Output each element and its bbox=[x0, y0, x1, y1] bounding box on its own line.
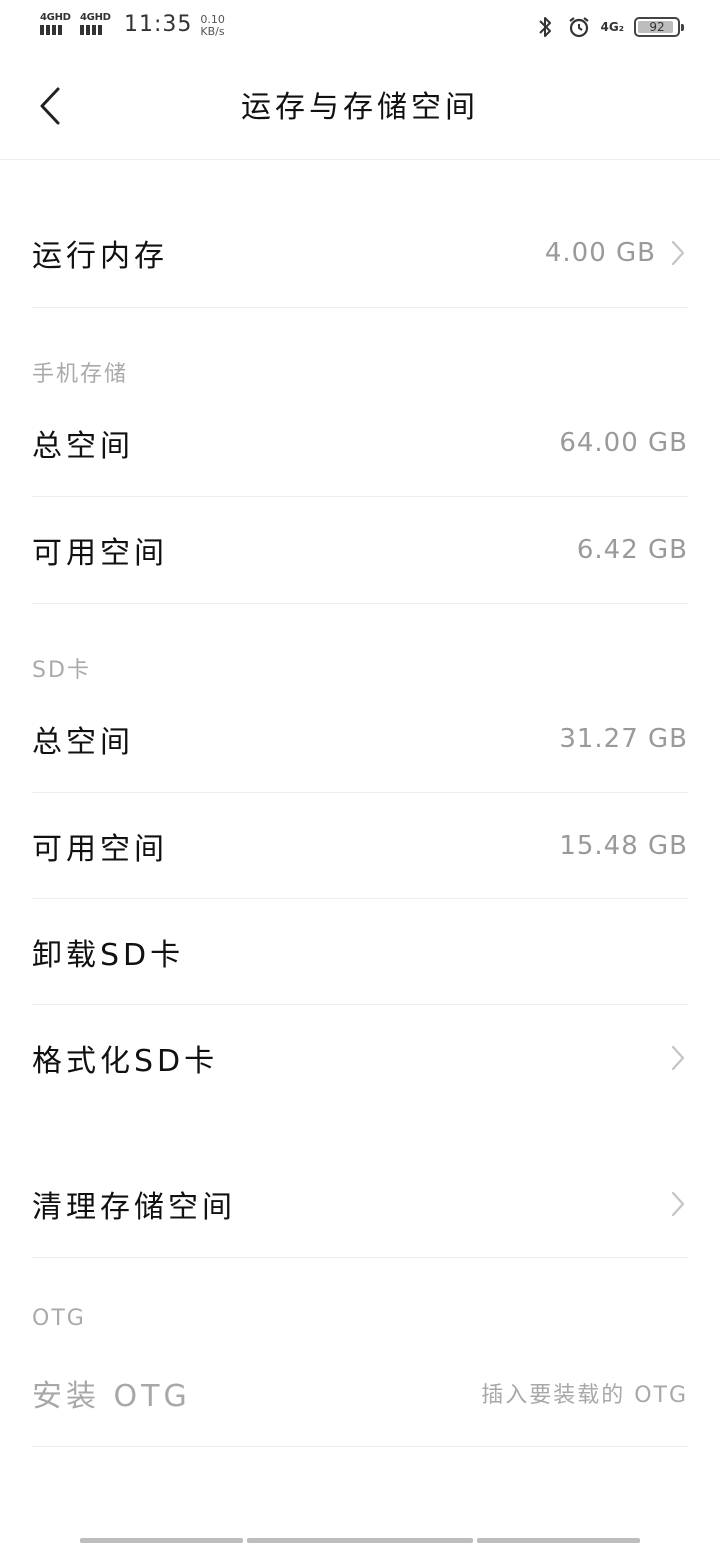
sd-total-row: 总空间 31.27 GB bbox=[32, 686, 688, 793]
page-title: 运存与存储空间 bbox=[241, 90, 479, 125]
chevron-right-icon bbox=[668, 1188, 688, 1220]
ram-value: 4.00 GB bbox=[544, 237, 656, 268]
net-speed-unit: KB/s bbox=[200, 25, 225, 38]
sd-card-section-label: SD卡 bbox=[32, 658, 91, 683]
ram-right: 4.00 GB bbox=[545, 237, 688, 269]
status-bar-left: 4GHD 4GHD 11:35 0.10 KB/s bbox=[40, 12, 225, 38]
page-header: 运存与存储空间 bbox=[0, 56, 720, 160]
status-bar: 4GHD 4GHD 11:35 0.10 KB/s 4G₂ 92 bbox=[0, 0, 720, 56]
battery-icon: 92 bbox=[634, 17, 684, 37]
phone-total-row: 总空间 64.00 GB bbox=[32, 390, 688, 497]
status-bar-right: 4G₂ 92 bbox=[533, 14, 684, 40]
signal-label-2: 4GHD bbox=[80, 12, 111, 23]
signal-indicator-2: 4GHD bbox=[80, 12, 112, 35]
signal-bars-icon bbox=[40, 25, 62, 35]
signal-indicator-1: 4GHD bbox=[40, 12, 72, 35]
otg-section-label: OTG bbox=[32, 1306, 86, 1331]
install-otg-row[interactable]: 安装 OTG 插入要装载的 OTG bbox=[32, 1340, 688, 1447]
install-otg-hint: 插入要装载的 OTG bbox=[481, 1383, 688, 1408]
net-speed: 0.10 KB/s bbox=[200, 14, 225, 38]
install-otg-label: 安装 OTG bbox=[32, 1379, 191, 1414]
signal-label-1: 4GHD bbox=[40, 12, 71, 23]
format-sd-label: 格式化SD卡 bbox=[32, 1044, 219, 1079]
nav-segment-right[interactable] bbox=[477, 1538, 640, 1543]
storage-settings-screen: 4GHD 4GHD 11:35 0.10 KB/s 4G₂ 92 运存与存储空间… bbox=[0, 0, 720, 1544]
cleanup-storage-row[interactable]: 清理存储空间 bbox=[32, 1150, 688, 1258]
phone-storage-section-label: 手机存储 bbox=[32, 362, 129, 387]
unmount-sd-row[interactable]: 卸载SD卡 bbox=[32, 899, 688, 1005]
phone-available-label: 可用空间 bbox=[32, 536, 168, 571]
unmount-sd-label: 卸载SD卡 bbox=[32, 937, 185, 973]
sd-available-row: 可用空间 15.48 GB bbox=[32, 793, 688, 899]
phone-total-value: 64.00 GB bbox=[559, 428, 688, 458]
sd-total-value: 31.27 GB bbox=[559, 724, 688, 754]
status-time: 11:35 bbox=[124, 12, 193, 37]
ram-row[interactable]: 运行内存 4.00 GB bbox=[32, 198, 688, 308]
ram-label: 运行内存 bbox=[32, 238, 168, 274]
alarm-icon bbox=[567, 14, 591, 40]
bluetooth-icon bbox=[533, 14, 557, 40]
chevron-right-icon bbox=[668, 237, 688, 269]
battery-percent: 92 bbox=[649, 20, 665, 34]
format-sd-row[interactable]: 格式化SD卡 bbox=[32, 1005, 688, 1111]
nav-segment-center[interactable] bbox=[247, 1538, 473, 1543]
cleanup-storage-label: 清理存储空间 bbox=[32, 1189, 236, 1225]
sd-total-label: 总空间 bbox=[32, 725, 134, 760]
phone-available-value: 6.42 GB bbox=[576, 535, 688, 565]
phone-total-label: 总空间 bbox=[32, 429, 134, 464]
phone-available-row: 可用空间 6.42 GB bbox=[32, 497, 688, 604]
sd-available-label: 可用空间 bbox=[32, 831, 168, 867]
nav-segment-left[interactable] bbox=[80, 1538, 243, 1543]
chevron-right-icon bbox=[668, 1042, 688, 1074]
sd-available-value: 15.48 GB bbox=[559, 830, 688, 861]
gesture-navigation-bar[interactable] bbox=[80, 1538, 640, 1544]
signal-bars-icon bbox=[80, 25, 102, 35]
network-type: 4G₂ bbox=[600, 20, 624, 34]
